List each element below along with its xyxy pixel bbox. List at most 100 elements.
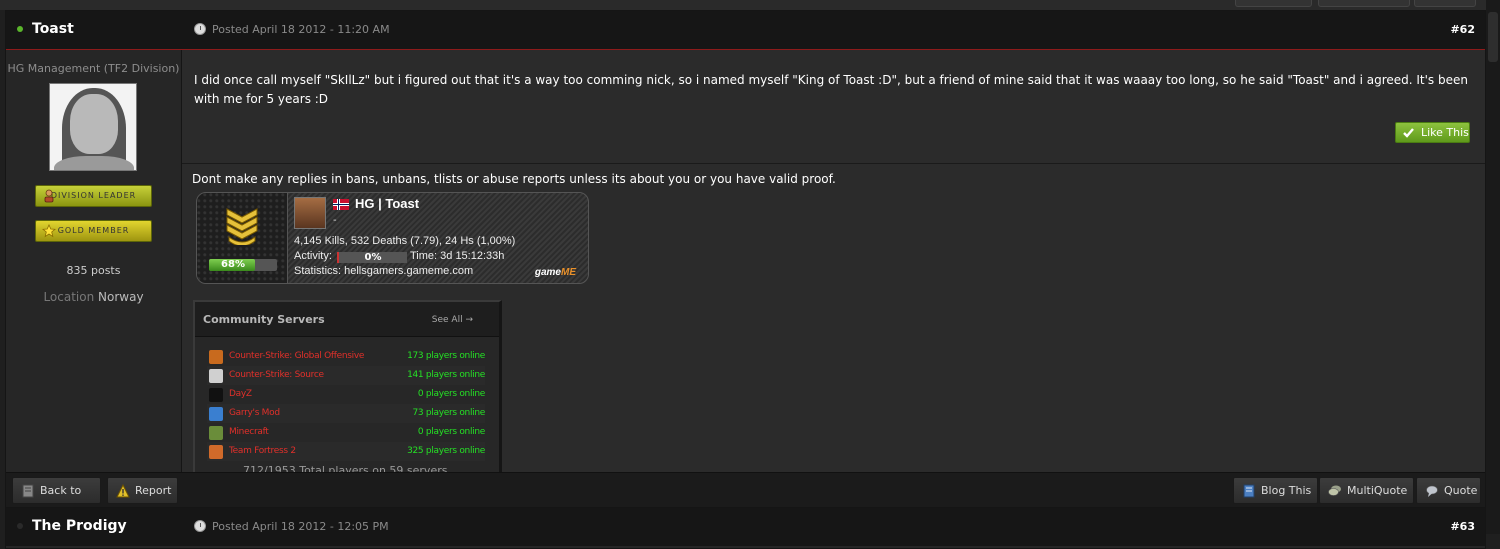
server-name[interactable]: Counter-Strike: Source [229,370,324,380]
post: The Prodigy Posted April 18 2012 - 12:05… [5,507,1486,549]
rank-panel: 68% [197,193,288,283]
community-servers-title: Community Servers [203,313,325,326]
activity-bar: 0% [337,252,407,263]
location-value: Norway [98,290,144,304]
rank-insignia-icon [226,208,258,245]
server-row[interactable]: Team Fortress 2 325 players online [207,442,485,461]
gameme-logo: gameME [535,267,576,278]
page-icon [22,484,34,498]
server-name[interactable]: Minecraft [229,427,269,437]
player-name: HG | Toast [355,196,420,211]
quote-label: Quote [1444,484,1478,497]
server-row[interactable]: DayZ 0 players online [207,385,485,404]
community-servers-widget: Community Servers See All → Counter-Stri… [193,300,502,490]
game-icon [209,445,223,459]
badge-label: Division Leader [50,191,137,200]
badge-gold-member: Gold Member [35,220,152,242]
rank-progress-text: 68% [221,259,245,270]
scrollbar-thumb[interactable] [1488,12,1498,62]
play-time: Time: 3d 15:12:33h [410,250,505,262]
scrollbar[interactable] [1486,0,1500,534]
prev-post-button-edge[interactable] [1414,0,1476,7]
player-subline: - [333,215,337,226]
post-date: Posted April 18 2012 - 11:20 AM [212,23,390,36]
post-header: Toast Posted April 18 2012 - 11:20 AM #6… [6,11,1485,50]
server-row[interactable]: Minecraft 0 players online [207,423,485,442]
clock-icon [194,520,206,532]
multiquote-button[interactable]: MultiQuote [1319,477,1414,504]
player-stats: 4,145 Kills, 532 Deaths (7.79), 24 Hs (1… [294,235,516,247]
user-title: HG Management (TF2 Division) [7,62,180,75]
statistics-link: Statistics: hellsgamers.gameme.com [294,265,474,277]
user-icon [44,189,54,203]
server-player-count: 173 players online [407,351,485,361]
post-count: 835 posts [66,264,121,277]
like-button-label: Like This [1421,126,1469,139]
post-body: I did once call myself "SkIlLz" but i fi… [182,50,1485,508]
server-name[interactable]: Team Fortress 2 [229,446,296,456]
activity-label: Activity: [294,250,332,262]
game-icon [209,369,223,383]
signature-divider [182,163,1485,164]
check-icon [1403,128,1414,138]
blog-this-button[interactable]: Blog This [1233,477,1318,504]
post-message: I did once call myself "SkIlLz" but i fi… [194,73,1468,106]
clock-icon [194,23,206,35]
post-number-link[interactable]: #63 [1450,520,1475,533]
server-name[interactable]: Garry's Mod [229,408,280,418]
back-to-top-button[interactable]: Back to top [12,477,101,522]
author-sidebar: HG Management (TF2 Division) Division Le… [6,50,182,508]
warning-icon [116,484,130,498]
star-icon [42,224,56,238]
post-author[interactable]: Toast [32,21,74,37]
server-player-count: 325 players online [407,446,485,456]
server-row[interactable]: Garry's Mod 73 players online [207,404,485,423]
server-player-count: 141 players online [407,370,485,380]
game-icon [209,388,223,402]
norway-flag-icon [333,199,349,210]
logo-part-a: game [534,267,561,278]
top-button-strip [0,0,1500,10]
post: Toast Posted April 18 2012 - 11:20 AM #6… [5,10,1486,522]
see-all-link[interactable]: See All → [432,315,473,325]
logo-part-b: ME [561,267,576,278]
user-location: Location Norway [6,290,181,304]
server-player-count: 0 players online [417,389,485,399]
location-label: Location [43,290,95,304]
game-icon [209,426,223,440]
gameme-stats-banner[interactable]: 68% HG | Toast - 4,145 Kills, 532 Deaths… [196,192,589,284]
post-number-link[interactable]: #62 [1450,23,1475,36]
signature-text: Dont make any replies in bans, unbans, t… [192,172,836,186]
activity-value: 0% [364,252,382,263]
post-author[interactable]: The Prodigy [32,518,127,534]
server-player-count: 0 players online [417,427,485,437]
avatar[interactable] [49,83,137,171]
prev-post-button-edge[interactable] [1318,0,1410,7]
report-button[interactable]: Report [107,477,178,504]
blog-icon [1243,484,1255,498]
server-name[interactable]: Counter-Strike: Global Offensive [229,351,364,361]
like-button[interactable]: Like This [1395,122,1470,143]
multiquote-label: MultiQuote [1347,484,1408,497]
server-row[interactable]: Counter-Strike: Source 141 players online [207,366,485,385]
rank-progress-bar: 68% [209,259,277,271]
server-player-count: 73 players online [412,408,485,418]
game-icon [209,407,223,421]
quote-button[interactable]: Quote [1416,477,1481,504]
blog-this-label: Blog This [1261,484,1312,497]
server-row[interactable]: Counter-Strike: Global Offensive 173 play… [207,347,485,366]
prev-post-button-edge[interactable] [1235,0,1312,7]
post-date: Posted April 18 2012 - 12:05 PM [212,520,389,533]
game-icon [209,350,223,364]
report-label: Report [135,484,172,497]
community-servers-header: Community Servers See All → [195,302,499,337]
offline-status-icon [17,523,23,529]
online-status-icon [17,26,23,32]
post-header: The Prodigy Posted April 18 2012 - 12:05… [6,508,1485,546]
badge-label: Gold Member [57,226,130,235]
quote-icon [1426,485,1438,497]
multiquote-icon [1328,485,1341,496]
post-footer: Back to top Report Blog This MultiQuote [6,472,1485,522]
server-name[interactable]: DayZ [229,389,252,399]
badge-division-leader: Division Leader [35,185,152,207]
